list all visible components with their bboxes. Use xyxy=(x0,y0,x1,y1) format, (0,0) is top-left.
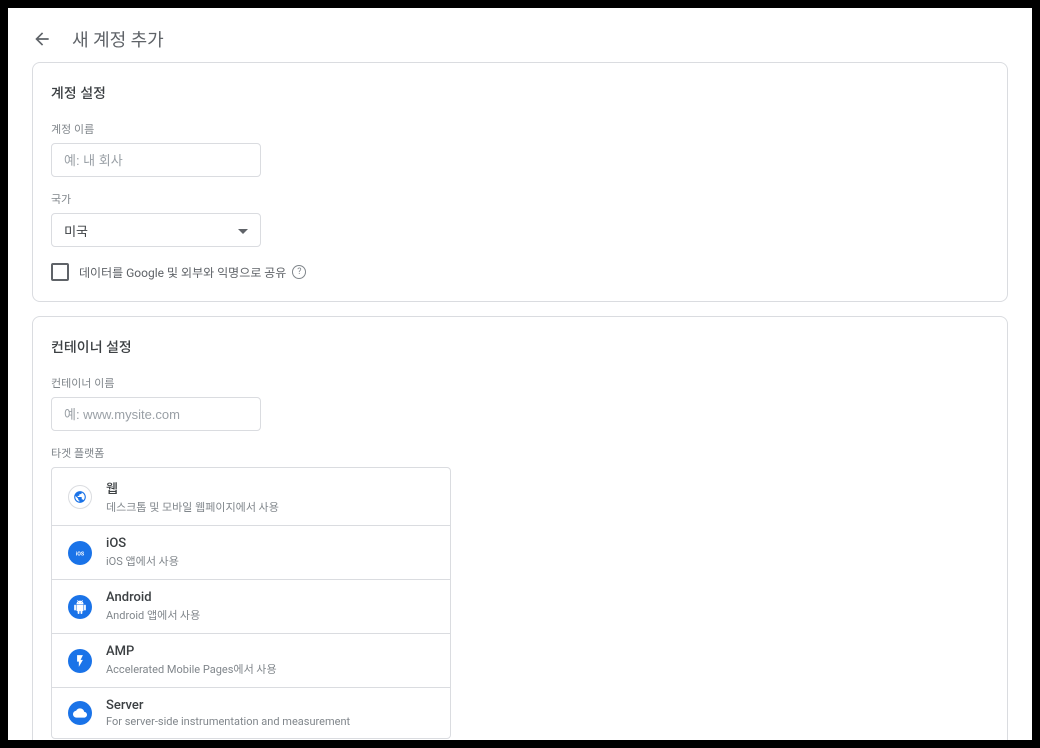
platform-name: 웹 xyxy=(106,478,279,497)
account-name-label: 계정 이름 xyxy=(51,121,989,137)
country-select[interactable]: 미국 xyxy=(51,213,261,247)
account-section-title: 계정 설정 xyxy=(51,83,989,103)
svg-text:iOS: iOS xyxy=(76,551,85,557)
container-section-title: 컨테이너 설정 xyxy=(51,337,989,357)
platform-desc: Accelerated Mobile Pages에서 사용 xyxy=(106,661,277,677)
share-data-label: 데이터를 Google 및 외부와 익명으로 공유 ? xyxy=(79,264,306,281)
platform-name: Server xyxy=(106,698,350,713)
share-data-checkbox[interactable] xyxy=(51,263,69,281)
ios-icon: iOS xyxy=(68,541,92,565)
platform-desc: For server-side instrumentation and meas… xyxy=(106,715,350,728)
android-icon xyxy=(68,595,92,619)
platform-label: 타겟 플랫폼 xyxy=(51,445,989,461)
platform-item-web[interactable]: 웹 데스크톱 및 모바일 웹페이지에서 사용 xyxy=(52,468,450,526)
amp-icon xyxy=(68,649,92,673)
web-icon xyxy=(68,485,92,509)
platform-desc: Android 앱에서 사용 xyxy=(106,607,200,623)
page-header: 새 계정 추가 xyxy=(8,8,1032,62)
platform-item-ios[interactable]: iOS iOS iOS 앱에서 사용 xyxy=(52,526,450,580)
dropdown-caret-icon xyxy=(238,223,248,238)
country-label: 국가 xyxy=(51,191,989,207)
platform-item-amp[interactable]: AMP Accelerated Mobile Pages에서 사용 xyxy=(52,634,450,688)
platform-list: 웹 데스크톱 및 모바일 웹페이지에서 사용 iOS iOS iOS 앱에서 사… xyxy=(51,467,451,739)
back-button[interactable] xyxy=(32,29,52,49)
container-name-label: 컨테이너 이름 xyxy=(51,375,989,391)
container-settings-card: 컨테이너 설정 컨테이너 이름 타겟 플랫폼 웹 데스크톱 및 모바일 웹페이지… xyxy=(32,316,1008,740)
country-value: 미국 xyxy=(64,221,88,240)
platform-name: AMP xyxy=(106,644,277,659)
server-icon xyxy=(68,701,92,725)
platform-desc: iOS 앱에서 사용 xyxy=(106,553,179,569)
container-name-input[interactable] xyxy=(51,397,261,431)
platform-desc: 데스크톱 및 모바일 웹페이지에서 사용 xyxy=(106,499,279,515)
platform-item-server[interactable]: Server For server-side instrumentation a… xyxy=(52,688,450,738)
page-title: 새 계정 추가 xyxy=(72,26,164,52)
account-settings-card: 계정 설정 계정 이름 국가 미국 xyxy=(32,62,1008,302)
platform-name: iOS xyxy=(106,536,179,551)
account-name-input[interactable] xyxy=(51,143,261,177)
platform-item-android[interactable]: Android Android 앱에서 사용 xyxy=(52,580,450,634)
help-icon[interactable]: ? xyxy=(292,265,306,279)
platform-name: Android xyxy=(106,590,200,605)
